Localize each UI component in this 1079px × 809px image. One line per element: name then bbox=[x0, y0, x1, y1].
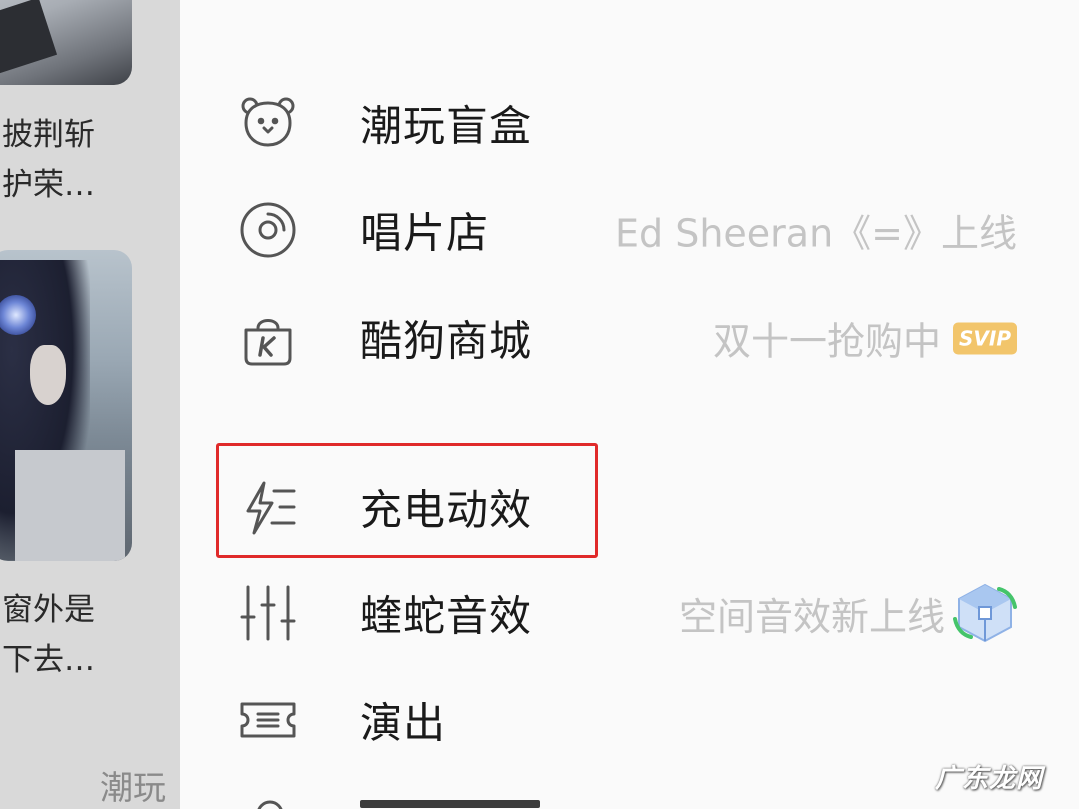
menu-item-viper-sound[interactable]: 蝰蛇音效 空间音效新上线 bbox=[180, 563, 1079, 663]
bear-face-icon bbox=[238, 93, 298, 153]
menu-item-label: 蝰蛇音效 bbox=[360, 591, 533, 641]
equalizer-sliders-icon bbox=[238, 583, 298, 643]
menu-item-label: 酷狗商城 bbox=[360, 316, 533, 366]
feed-thumbnail-anime bbox=[0, 250, 132, 561]
shopping-bag-k-icon bbox=[238, 308, 298, 368]
partial-row-icon bbox=[257, 800, 283, 809]
background-feed-panel: 披荆斩 护荣… 窗外是 下去… 潮玩 bbox=[0, 0, 180, 809]
promo-text: 双十一抢购中 bbox=[713, 319, 942, 364]
feed-title-snippet-1: 披荆斩 护荣… bbox=[2, 117, 95, 203]
vinyl-record-icon bbox=[238, 200, 298, 260]
menu-item-label: 潮玩盲盒 bbox=[360, 101, 533, 151]
ticket-icon bbox=[238, 690, 298, 750]
highlight-annotation-box bbox=[216, 443, 598, 558]
3d-cube-icon bbox=[951, 579, 1019, 647]
svip-badge: SVIP bbox=[953, 322, 1017, 354]
feed-bottom-label: 潮玩 bbox=[100, 768, 166, 807]
app-screen: 披荆斩 护荣… 窗外是 下去… 潮玩 潮玩盲盒 唱片店 Ed Sheeran《=… bbox=[0, 0, 1079, 809]
menu-item-record-store[interactable]: 唱片店 Ed Sheeran《=》上线 bbox=[180, 180, 1079, 280]
menu-item-subtitle: 空间音效新上线 bbox=[679, 579, 1019, 647]
menu-item-subtitle: 双十一抢购中 SVIP bbox=[713, 311, 1017, 366]
feed-title-snippet-2: 窗外是 下去… bbox=[2, 592, 95, 678]
menu-item-blind-box[interactable]: 潮玩盲盒 bbox=[180, 73, 1079, 173]
watermark: 广东龙网 bbox=[934, 764, 1043, 794]
menu-item-shows[interactable]: 演出 bbox=[180, 670, 1079, 770]
menu-item-subtitle: Ed Sheeran《=》上线 bbox=[614, 211, 1017, 256]
menu-item-label: 唱片店 bbox=[360, 208, 490, 258]
promo-text: 空间音效新上线 bbox=[678, 594, 945, 639]
feed-thumbnail-top bbox=[0, 0, 132, 85]
menu-item-mall[interactable]: 酷狗商城 双十一抢购中 SVIP bbox=[180, 288, 1079, 388]
partial-row-label bbox=[360, 800, 540, 808]
menu-item-label: 演出 bbox=[360, 698, 447, 748]
